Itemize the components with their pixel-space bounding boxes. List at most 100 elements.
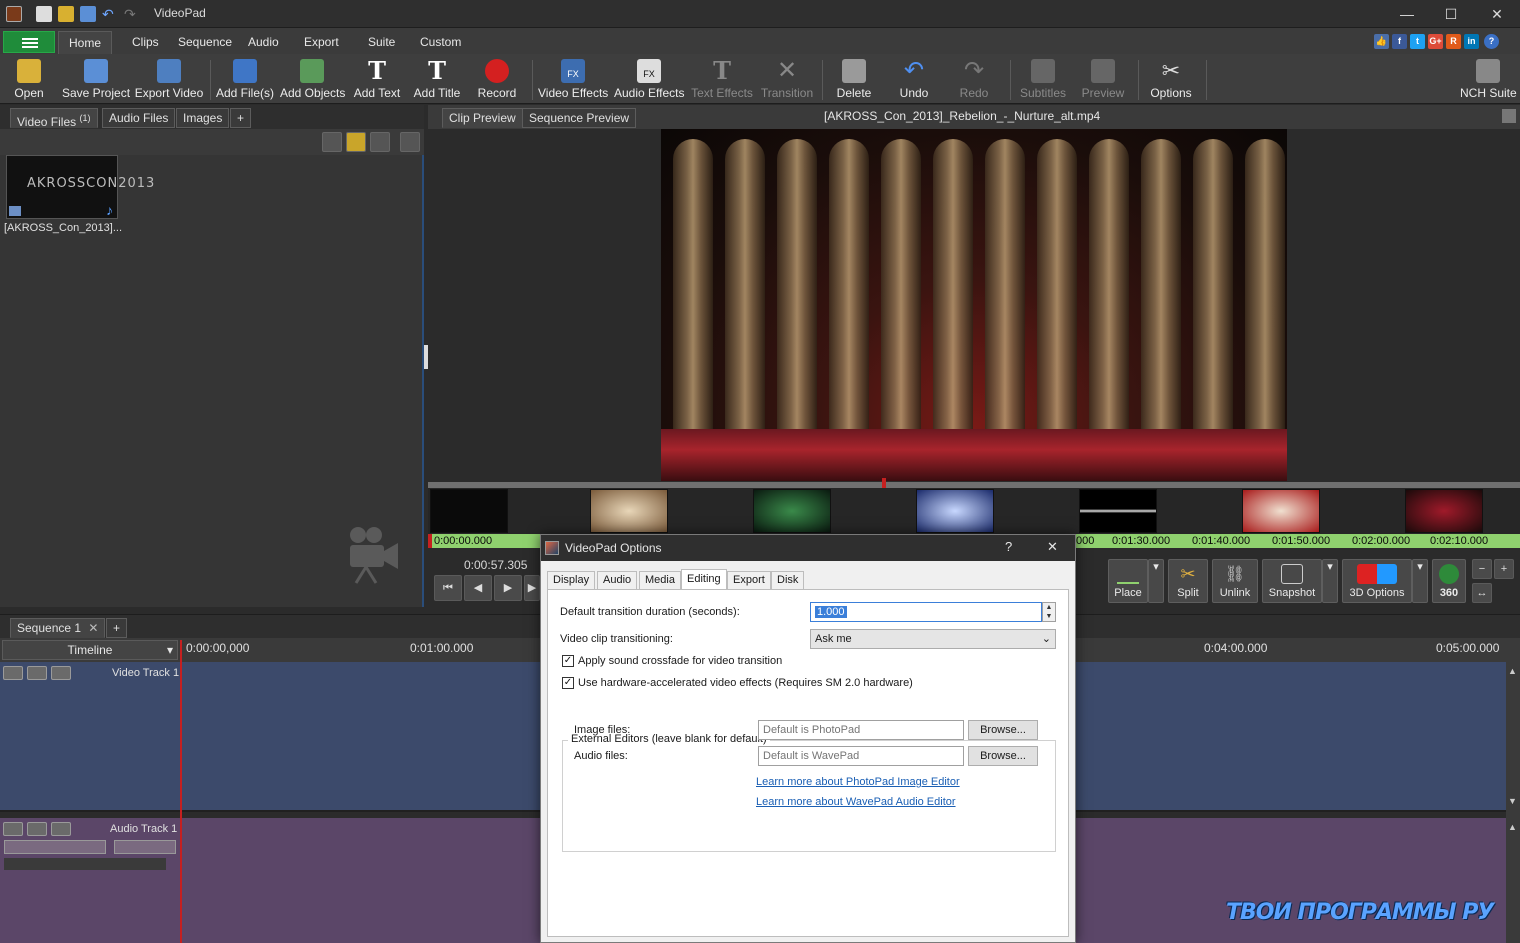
- lock-icon[interactable]: [51, 666, 71, 680]
- video-preview[interactable]: [661, 129, 1287, 481]
- new-folder-icon[interactable]: [346, 132, 366, 152]
- help-icon[interactable]: ?: [1484, 34, 1499, 49]
- timeline-playhead[interactable]: [180, 640, 182, 943]
- tab-suite[interactable]: Suite: [358, 31, 405, 54]
- tab-sequence[interactable]: Sequence: [168, 31, 242, 54]
- add-files-button[interactable]: Add File(s): [216, 56, 274, 102]
- open-folder-icon[interactable]: [58, 6, 74, 22]
- audio-browse-button[interactable]: Browse...: [968, 746, 1038, 766]
- tab-home[interactable]: Home: [58, 31, 113, 54]
- maximize-button[interactable]: ☐: [1428, 0, 1474, 28]
- delete-button[interactable]: Delete: [832, 56, 876, 102]
- minimize-button[interactable]: —: [1384, 0, 1430, 28]
- undo-icon[interactable]: ↶: [102, 6, 118, 22]
- tab-clip-preview[interactable]: Clip Preview: [442, 108, 523, 128]
- redo-icon[interactable]: ↷: [124, 6, 140, 22]
- tab-media[interactable]: Media: [639, 571, 681, 589]
- crossfade-checkbox[interactable]: ✓: [562, 655, 574, 667]
- add-text-button[interactable]: T Add Text: [350, 56, 404, 102]
- linkedin-icon[interactable]: in: [1464, 34, 1479, 49]
- trash-icon[interactable]: [322, 132, 342, 152]
- audio-effects-button[interactable]: FX Audio Effects: [614, 56, 685, 102]
- pan-slider[interactable]: [114, 840, 176, 854]
- open-button[interactable]: Open: [6, 56, 52, 102]
- zoom-in-icon[interactable]: +: [1494, 559, 1514, 579]
- step-back-button[interactable]: ◀: [464, 575, 492, 601]
- transition-button[interactable]: ✕ Transition: [760, 56, 814, 102]
- twitter-icon[interactable]: t: [1410, 34, 1425, 49]
- record-button[interactable]: Record: [472, 56, 522, 102]
- undo-button[interactable]: ↶ Undo: [892, 56, 936, 102]
- main-menu-button[interactable]: [3, 31, 55, 53]
- dialog-title-bar[interactable]: VideoPad Options ? ✕: [541, 535, 1075, 561]
- photopad-link[interactable]: Learn more about PhotoPad Image Editor: [756, 776, 960, 788]
- subtitles-button[interactable]: Subtitles: [1018, 56, 1068, 102]
- transitioning-select[interactable]: Ask me ⌄: [810, 629, 1056, 649]
- undock-icon[interactable]: [1502, 109, 1516, 123]
- image-files-input[interactable]: [758, 720, 964, 740]
- add-bin-tab-button[interactable]: +: [230, 108, 252, 128]
- google-plus-icon[interactable]: G+: [1428, 34, 1443, 49]
- volume-slider[interactable]: [4, 840, 106, 854]
- wavepad-link[interactable]: Learn more about WavePad Audio Editor: [756, 796, 956, 808]
- export-video-button[interactable]: Export Video: [134, 56, 204, 102]
- chevron-up-icon[interactable]: ▲: [1508, 822, 1517, 832]
- split-button[interactable]: ✂ Split: [1168, 559, 1208, 603]
- list-view-icon[interactable]: [370, 132, 390, 152]
- redo-button[interactable]: ↷ Redo: [952, 56, 996, 102]
- undock-icon[interactable]: [400, 132, 420, 152]
- add-sequence-tab-button[interactable]: +: [106, 618, 128, 638]
- dialog-help-button[interactable]: ?: [1005, 539, 1012, 554]
- reddit-icon[interactable]: R: [1446, 34, 1461, 49]
- zoom-out-icon[interactable]: −: [1472, 559, 1492, 579]
- play-button[interactable]: ▶: [494, 575, 522, 601]
- 3d-options-dropdown[interactable]: ▾: [1412, 559, 1428, 603]
- text-effects-button[interactable]: T Text Effects: [690, 56, 754, 102]
- fit-width-icon[interactable]: ↔: [1472, 583, 1492, 603]
- collapse-icon[interactable]: [3, 822, 23, 836]
- tab-audio[interactable]: Audio: [597, 571, 638, 589]
- nch-suite-button[interactable]: NCH Suite: [1460, 56, 1517, 102]
- hw-accel-checkbox[interactable]: ✓: [562, 677, 574, 689]
- tab-display[interactable]: Display: [547, 571, 596, 589]
- preview-button[interactable]: Preview: [1078, 56, 1128, 102]
- tab-disk[interactable]: Disk: [771, 571, 805, 589]
- tab-sequence-preview[interactable]: Sequence Preview: [522, 108, 637, 128]
- tab-video-files[interactable]: Video Files (1): [10, 108, 98, 129]
- place-dropdown[interactable]: ▾: [1148, 559, 1164, 603]
- lock-icon[interactable]: [51, 822, 71, 836]
- add-title-button[interactable]: T Add Title: [412, 56, 462, 102]
- filmstrip[interactable]: [428, 488, 1520, 536]
- 360-button[interactable]: 360: [1432, 559, 1466, 603]
- tab-editing[interactable]: Editing: [681, 569, 727, 590]
- close-icon[interactable]: ✕: [88, 621, 98, 635]
- tab-export[interactable]: Export: [294, 31, 349, 54]
- snapshot-button[interactable]: Snapshot: [1262, 559, 1322, 603]
- tab-audio[interactable]: Audio: [238, 31, 289, 54]
- skip-start-button[interactable]: ⏮: [434, 575, 462, 601]
- tab-custom[interactable]: Custom: [410, 31, 471, 54]
- clip-thumbnail[interactable]: AKROSSCON2013 ♪: [6, 155, 154, 219]
- audio-files-input[interactable]: [758, 746, 964, 766]
- save-project-button[interactable]: Save Project: [62, 56, 130, 102]
- save-icon[interactable]: [80, 6, 96, 22]
- dialog-close-button[interactable]: ✕: [1047, 539, 1058, 555]
- timeline-mode-select[interactable]: Timeline ▾: [2, 640, 178, 660]
- step-forward-button[interactable]: ▶: [524, 575, 540, 601]
- tab-clips[interactable]: Clips: [122, 31, 169, 54]
- place-button[interactable]: Place: [1108, 559, 1148, 603]
- duration-stepper[interactable]: ▲ ▼: [1042, 602, 1056, 622]
- close-button[interactable]: ✕: [1474, 0, 1520, 28]
- options-button[interactable]: ✂ Options: [1146, 56, 1196, 102]
- chevron-up-icon[interactable]: ▲: [1508, 666, 1517, 676]
- eye-icon[interactable]: [27, 666, 47, 680]
- speaker-icon[interactable]: [27, 822, 47, 836]
- snapshot-dropdown[interactable]: ▾: [1322, 559, 1338, 603]
- facebook-icon[interactable]: f: [1392, 34, 1407, 49]
- tab-export[interactable]: Export: [727, 571, 771, 589]
- image-browse-button[interactable]: Browse...: [968, 720, 1038, 740]
- chevron-down-icon[interactable]: ▼: [1508, 796, 1517, 806]
- unlink-button[interactable]: ⛓ Unlink: [1212, 559, 1258, 603]
- video-effects-button[interactable]: FX Video Effects: [538, 56, 608, 102]
- tab-images[interactable]: Images: [176, 108, 230, 128]
